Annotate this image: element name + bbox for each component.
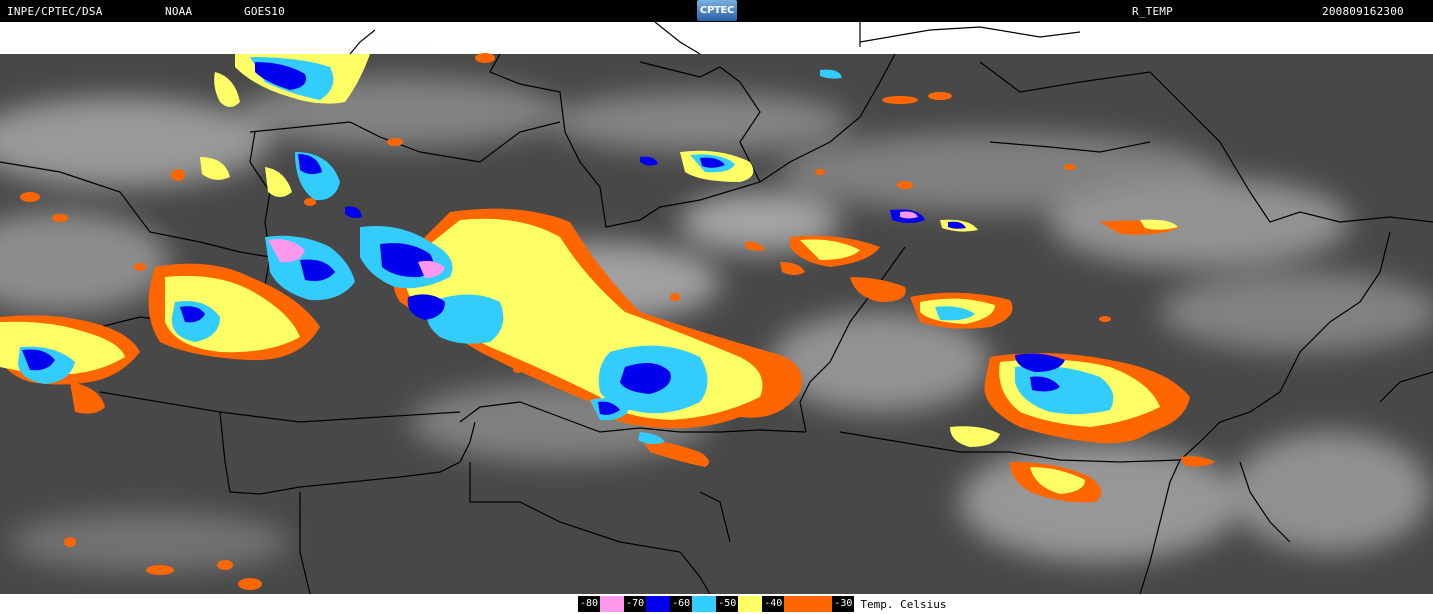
legend-label: -30 — [832, 596, 855, 612]
legend-label: -70 — [624, 596, 647, 612]
legend-label: -40 — [762, 596, 785, 612]
temperature-legend: -80 -70 -60 -50 -40 -30 Temp. Celsius — [0, 594, 1433, 614]
timestamp-label: 200809162300 — [1322, 5, 1404, 18]
source-label: INPE/CPTEC/DSA — [7, 5, 103, 18]
legend-swatch — [784, 596, 809, 612]
legend-swatch — [738, 596, 763, 612]
legend-swatch — [600, 596, 625, 612]
product-label: R_TEMP — [1132, 5, 1173, 18]
legend-swatch — [808, 596, 833, 612]
legend-label: -80 — [578, 596, 601, 612]
legend-swatch — [646, 596, 671, 612]
legend-label: -60 — [670, 596, 693, 612]
cptec-logo: CPTEC — [697, 0, 737, 21]
logo-text: CPTEC — [699, 5, 735, 16]
legend-title: Temp. Celsius — [860, 597, 947, 611]
legend-swatch — [692, 596, 717, 612]
legend-label: -50 — [716, 596, 739, 612]
header-bar: INPE/CPTEC/DSA NOAA GOES10 CPTEC R_TEMP … — [0, 0, 1433, 22]
satellite-label: GOES10 — [244, 5, 285, 18]
agency-label: NOAA — [165, 5, 193, 18]
satellite-infrared-map-icon — [0, 22, 1433, 594]
legend-row: -80 -70 -60 -50 -40 -30 Temp. Celsius — [578, 596, 946, 612]
satellite-map — [0, 22, 1433, 594]
